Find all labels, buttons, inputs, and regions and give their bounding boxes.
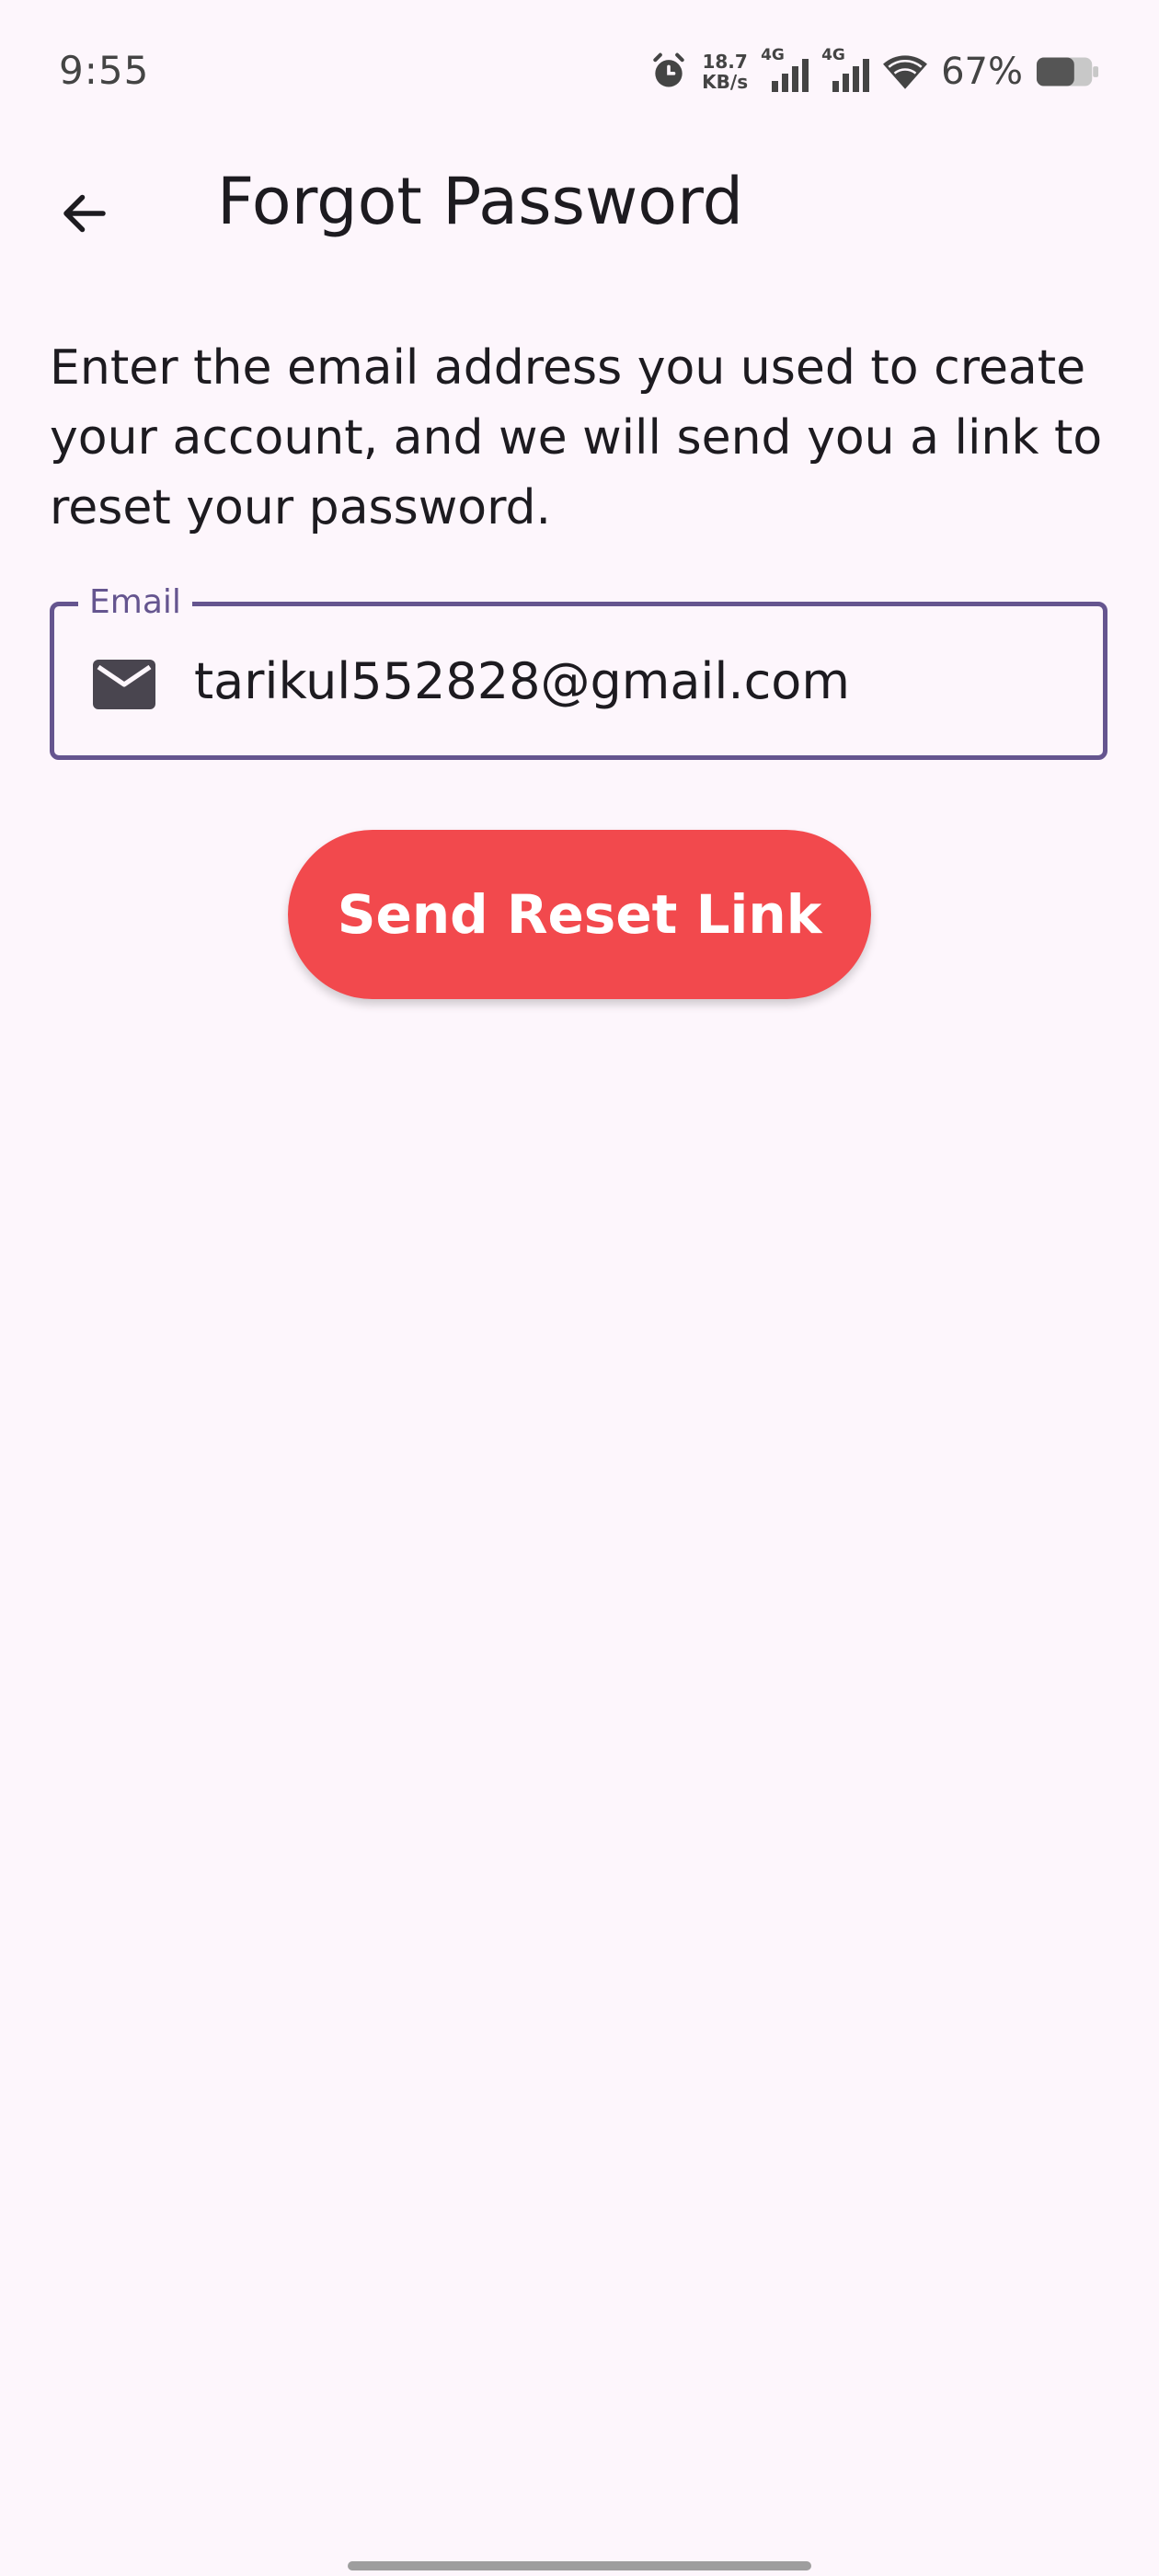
page-title: Forgot Password bbox=[217, 164, 744, 239]
app-bar: Forgot Password bbox=[0, 147, 1159, 250]
instructions-text: Enter the email address you used to crea… bbox=[50, 340, 1103, 535]
status-time: 9:55 bbox=[59, 48, 150, 93]
network-speed-value: 18.7 bbox=[702, 51, 748, 73]
home-indicator[interactable] bbox=[348, 2561, 811, 2570]
status-icons: 18.7 KB/s 4G 4G 67% bbox=[648, 46, 1100, 96]
email-input[interactable] bbox=[194, 639, 1077, 722]
email-field-label: Email bbox=[78, 584, 192, 621]
email-field[interactable]: Email bbox=[50, 584, 1107, 760]
battery-percent: 67% bbox=[941, 51, 1023, 93]
status-bar: 9:55 18.7 KB/s 4G 4G 67% bbox=[0, 0, 1159, 147]
wifi-icon bbox=[882, 52, 928, 91]
network-speed: 18.7 KB/s bbox=[702, 52, 748, 92]
forgot-password-screen: 9:55 18.7 KB/s 4G 4G 67% Forgot Password… bbox=[0, 0, 1159, 2576]
arrow-back-icon bbox=[57, 186, 112, 241]
alarm-icon bbox=[648, 52, 689, 92]
signal-icon: 4G bbox=[761, 46, 809, 92]
network-speed-unit: KB/s bbox=[702, 71, 749, 93]
signal-icon: 4G bbox=[821, 46, 870, 92]
battery-icon bbox=[1036, 55, 1100, 88]
send-reset-link-button[interactable]: Send Reset Link bbox=[288, 830, 871, 999]
mail-icon bbox=[93, 660, 155, 709]
back-button[interactable] bbox=[37, 166, 132, 261]
